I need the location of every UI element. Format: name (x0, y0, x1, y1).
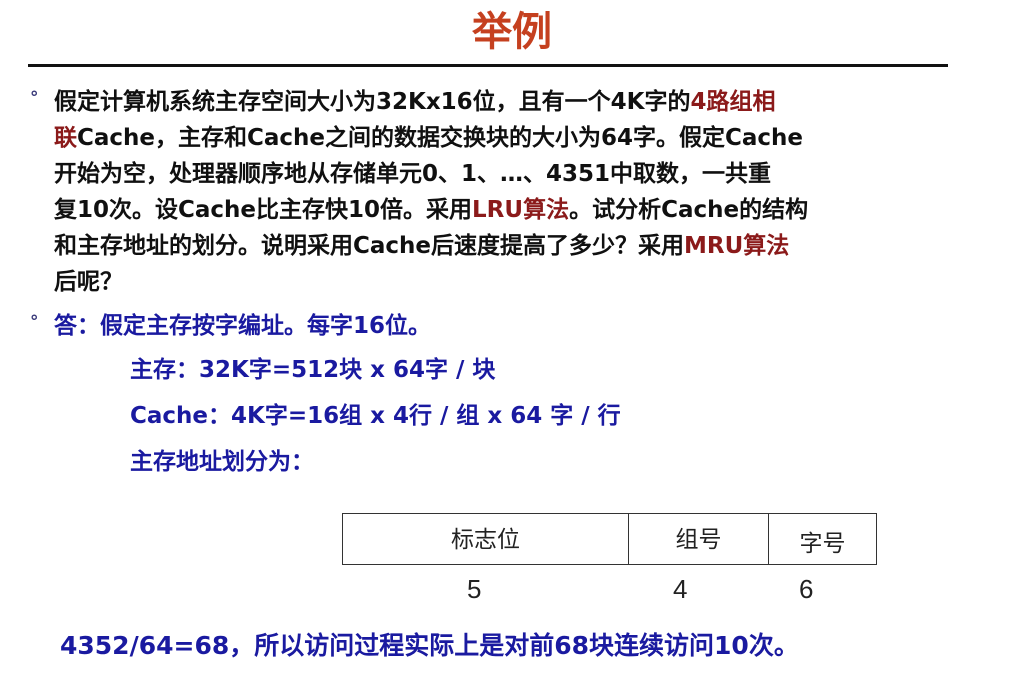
question-line-1: 假定计算机系统主存空间大小为32Kx16位，且有一个4K字的4路组相 (54, 84, 914, 120)
answer-bullet: ° (30, 312, 39, 332)
question-line-6: 后呢？ (54, 269, 123, 295)
answer-heading: 答：假定主存按字编址。每字16位。 (54, 313, 432, 339)
set-bit-count: 4 (673, 574, 688, 604)
set-field: 组号 (629, 514, 769, 564)
mru-highlight: MRU算法 (684, 233, 790, 259)
question-text: Cache，主存和Cache之间的数据交换块的大小为64字。假定Cache (77, 125, 804, 151)
word-bit-count: 6 (799, 574, 814, 604)
main-memory-line: 主存：32K字=512块 x 64字 / 块 (130, 357, 496, 383)
address-format-table: 标志位 组号 字号 (342, 513, 877, 565)
word-field: 字号 (799, 531, 846, 557)
question-text: 和主存地址的划分。说明采用Cache后速度提高了多少？采用 (54, 233, 685, 259)
question-highlight: 4路组相 (690, 89, 776, 115)
question-line-2: 联Cache，主存和Cache之间的数据交换块的大小为64字。假定Cache (54, 120, 914, 156)
cache-line: Cache：4K字=16组 x 4行 / 组 x 64 字 / 行 (130, 403, 621, 429)
question-text: 假定计算机系统主存空间大小为32Kx16位，且有一个4K字的 (54, 89, 691, 115)
tag-field: 标志位 (343, 514, 629, 564)
address-division-intro: 主存地址划分为： (130, 449, 314, 475)
question-text: 复10次。设Cache比主存快10倍。采用 (54, 197, 473, 223)
question-text: 。试分析Cache的结构 (569, 197, 809, 223)
question-paragraph: 假定计算机系统主存空间大小为32Kx16位，且有一个4K字的4路组相 联Cach… (54, 84, 914, 300)
question-highlight: 联 (54, 125, 77, 151)
question-line-5: 和主存地址的划分。说明采用Cache后速度提高了多少？采用MRU算法 (54, 228, 914, 264)
tag-bit-count: 5 (467, 574, 482, 604)
slide-title: 举例 (472, 9, 552, 55)
title-divider (28, 64, 948, 67)
conclusion-text: 4352/64=68，所以访问过程实际上是对前68块连续访问10次。 (60, 631, 799, 660)
lru-highlight: LRU算法 (472, 197, 570, 223)
question-bullet: ° (30, 88, 39, 108)
question-line-4: 复10次。设Cache比主存快10倍。采用LRU算法。试分析Cache的结构 (54, 192, 914, 228)
question-line-3: 开始为空，处理器顺序地从存储单元0、1、…、4351中取数，一共重 (54, 161, 772, 187)
